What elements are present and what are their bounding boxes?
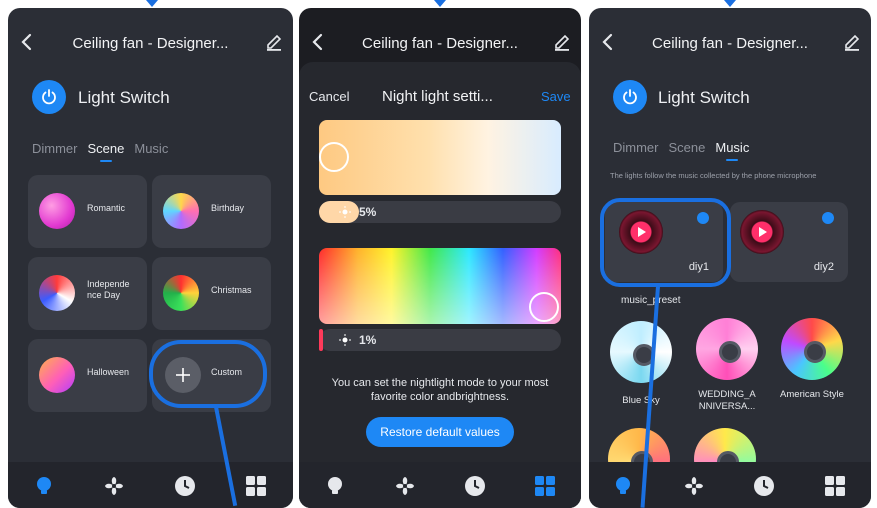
scene-label: Romantic xyxy=(87,203,126,213)
sheet-title: Night light setti... xyxy=(382,88,493,105)
annotation-arrow-tip xyxy=(724,0,736,7)
fan-icon[interactable] xyxy=(682,474,706,498)
light-switch-label: Light Switch xyxy=(658,88,750,107)
scene-card-birthday[interactable]: Birthday xyxy=(152,175,271,248)
chevron-left-icon[interactable] xyxy=(309,30,327,54)
preset-label: Blue Sky xyxy=(622,395,660,406)
power-button[interactable] xyxy=(613,80,647,114)
mode-tabs: Dimmer Scene Music xyxy=(32,141,178,156)
pencil-icon[interactable] xyxy=(553,32,571,52)
cancel-button[interactable]: Cancel xyxy=(309,89,349,104)
birthday-orb-icon xyxy=(163,193,199,229)
scene-card-halloween[interactable]: Halloween xyxy=(28,339,147,412)
scene-card-christmas[interactable]: Christmas xyxy=(152,257,271,330)
tab-dimmer[interactable]: Dimmer xyxy=(613,140,659,155)
fan-icon[interactable] xyxy=(393,474,417,498)
night-light-screen: Ceiling fan - Designer... Cancel Night l… xyxy=(299,8,581,508)
white-brightness-slider[interactable]: 5% xyxy=(319,201,561,223)
scene-label: Halloween xyxy=(87,367,130,377)
scene-card-independence-day[interactable]: Independe nce Day xyxy=(28,257,147,330)
sun-icon xyxy=(339,206,351,218)
color-picker[interactable] xyxy=(319,248,561,324)
pencil-icon[interactable] xyxy=(843,32,861,52)
grid-icon[interactable] xyxy=(244,474,268,498)
tab-music[interactable]: Music xyxy=(715,140,749,155)
clock-icon[interactable] xyxy=(752,474,776,498)
fan-icon[interactable] xyxy=(102,474,126,498)
power-icon xyxy=(42,89,56,105)
color-brightness-slider[interactable]: 1% xyxy=(319,329,561,351)
disc-icon[interactable] xyxy=(781,318,843,380)
tab-scene[interactable]: Scene xyxy=(88,141,125,156)
save-button[interactable]: Save xyxy=(541,89,571,104)
scene-label: Independe nce Day xyxy=(87,279,130,300)
annotation-arrow-tip xyxy=(146,0,158,7)
mode-tabs: Dimmer Scene Music xyxy=(613,140,759,155)
chevron-left-icon[interactable] xyxy=(18,30,36,54)
annotation-highlight xyxy=(149,340,267,408)
white-brightness-value: 5% xyxy=(359,205,377,219)
bulb-icon[interactable] xyxy=(323,474,347,498)
bottom-nav xyxy=(8,462,293,508)
light-switch-label: Light Switch xyxy=(78,88,170,107)
color-brightness-value: 1% xyxy=(359,333,377,347)
diy-card-2[interactable]: diy2 xyxy=(730,202,848,282)
sun-icon xyxy=(339,334,351,346)
scene-label: Birthday xyxy=(211,203,245,213)
restore-defaults-button[interactable]: Restore default values xyxy=(366,417,514,447)
christmas-orb-icon xyxy=(163,275,199,311)
record-icon xyxy=(740,210,784,254)
bulb-icon[interactable] xyxy=(32,474,56,498)
pencil-icon[interactable] xyxy=(265,32,283,52)
scene-screen: Ceiling fan - Designer... Light Switch D… xyxy=(8,8,293,508)
music-hint: The lights follow the music collected by… xyxy=(610,171,817,180)
header: Ceiling fan - Designer... xyxy=(589,8,871,78)
tab-dimmer[interactable]: Dimmer xyxy=(32,141,78,156)
grid-icon[interactable] xyxy=(533,474,557,498)
clock-icon[interactable] xyxy=(173,474,197,498)
disc-icon[interactable] xyxy=(696,318,758,380)
scene-label: Christmas xyxy=(211,285,252,295)
page-title: Ceiling fan - Designer... xyxy=(652,35,808,52)
preset-label: WEDDING_A NNIVERSA... xyxy=(698,389,756,412)
night-light-description: You can set the nightlight mode to your … xyxy=(331,377,549,403)
page-title: Ceiling fan - Designer... xyxy=(72,35,229,52)
edit-icon[interactable] xyxy=(822,212,834,224)
halloween-orb-icon xyxy=(39,357,75,393)
tab-scene[interactable]: Scene xyxy=(669,140,706,155)
white-temperature-picker[interactable] xyxy=(319,120,561,195)
chevron-left-icon[interactable] xyxy=(599,30,617,54)
slider-fill xyxy=(319,329,323,351)
annotation-arrow-tip xyxy=(434,0,446,7)
independence-orb-icon xyxy=(39,275,75,311)
scene-card-romantic[interactable]: Romantic xyxy=(28,175,147,248)
preset-label: American Style xyxy=(780,389,844,400)
grid-icon[interactable] xyxy=(823,474,847,498)
power-button[interactable] xyxy=(32,80,66,114)
picker-knob[interactable] xyxy=(529,292,559,322)
header: Ceiling fan - Designer... xyxy=(8,8,293,78)
annotation-highlight xyxy=(600,198,731,287)
bottom-nav xyxy=(299,462,581,508)
diy-label: diy2 xyxy=(813,261,834,273)
clock-icon[interactable] xyxy=(463,474,487,498)
power-icon xyxy=(623,89,637,105)
picker-knob[interactable] xyxy=(319,142,349,172)
bulb-icon[interactable] xyxy=(611,474,635,498)
romantic-orb-icon xyxy=(39,193,75,229)
page-title: Ceiling fan - Designer... xyxy=(362,35,518,52)
tab-music[interactable]: Music xyxy=(134,141,168,156)
disc-icon[interactable] xyxy=(610,321,672,383)
bottom-nav xyxy=(589,462,871,508)
music-preset-heading: music_preset xyxy=(621,295,681,306)
